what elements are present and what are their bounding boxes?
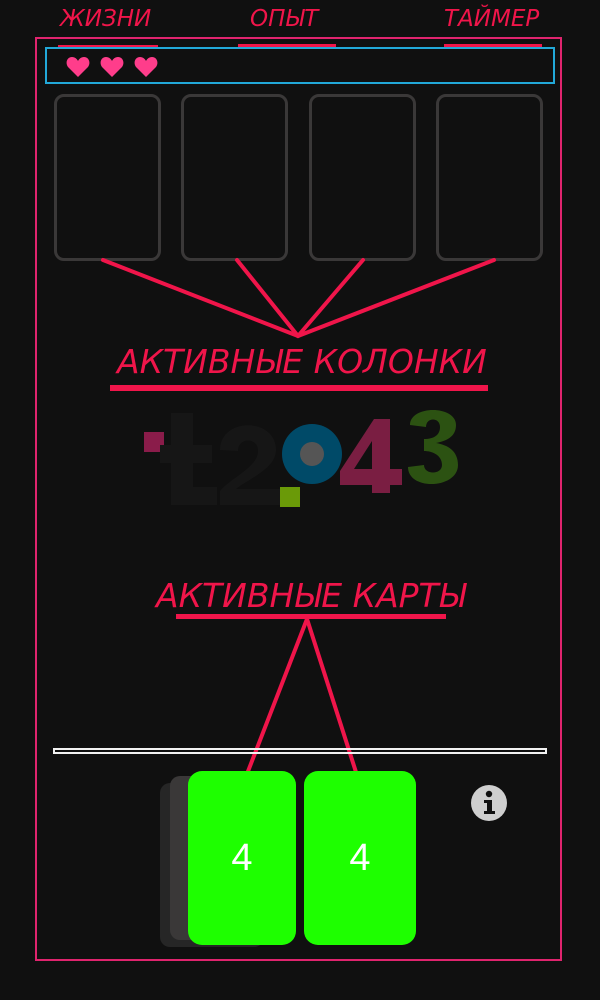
active-cards-annotation: АКТИВНЫЕ КАРТЫ <box>156 576 466 615</box>
game-logo <box>144 410 458 507</box>
divider-line <box>53 748 547 754</box>
active-card-2[interactable]: 4 <box>304 771 416 945</box>
active-card-1[interactable]: 4 <box>188 771 296 945</box>
active-columns-annotation: АКТИВНЫЕ КОЛОНКИ <box>117 342 487 381</box>
info-icon[interactable] <box>470 784 508 822</box>
active-cards-underline <box>176 614 446 619</box>
active-columns-underline <box>110 385 488 391</box>
